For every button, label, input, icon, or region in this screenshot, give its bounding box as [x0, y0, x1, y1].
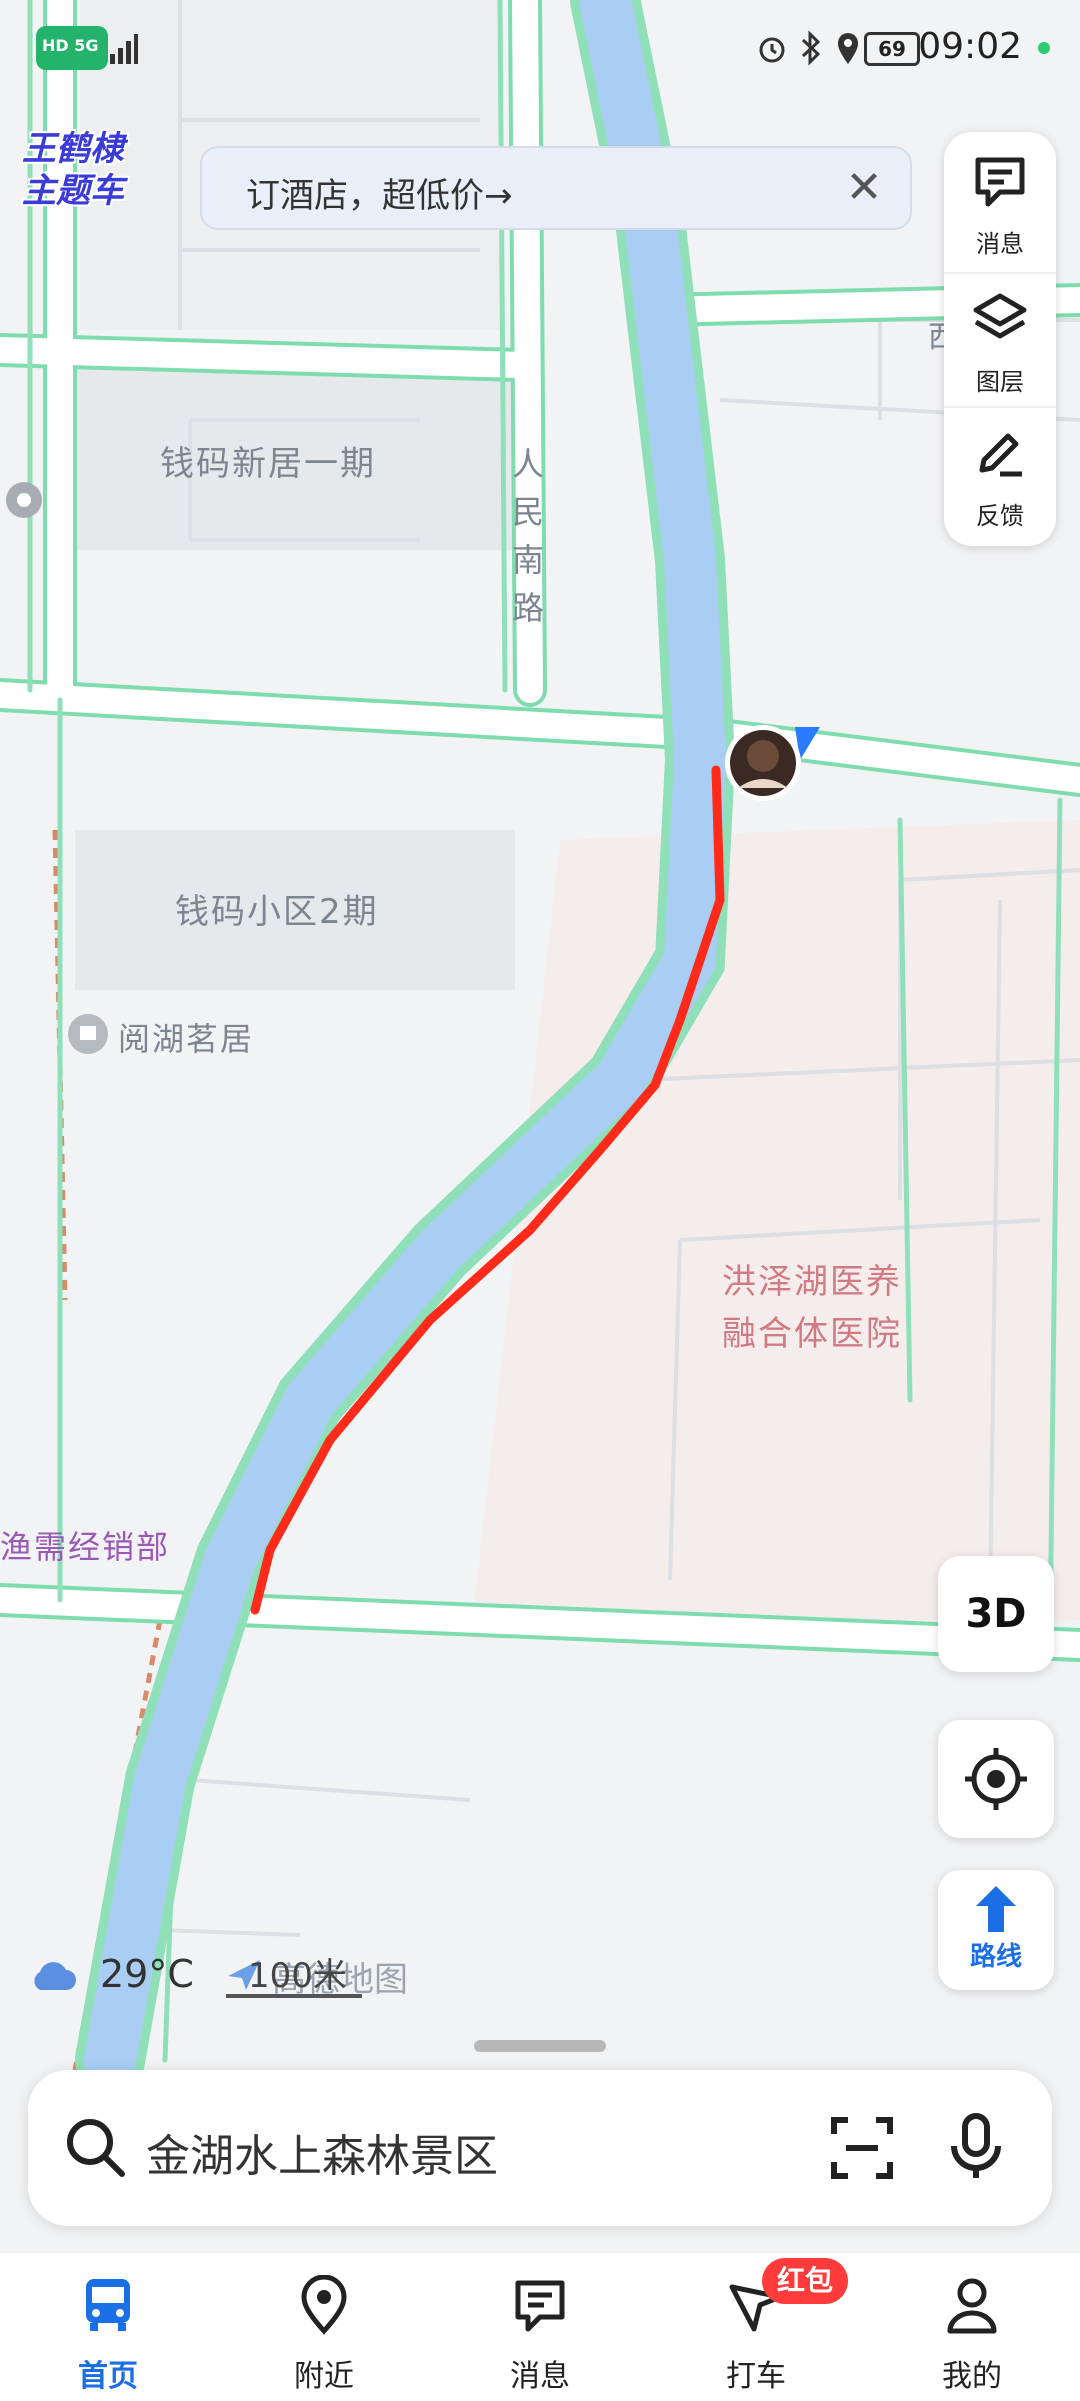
scan-icon[interactable]: [830, 2116, 894, 2180]
bus-icon: [86, 2279, 130, 2331]
message-icon: [515, 2280, 565, 2332]
nav-home-label: 首页: [78, 2359, 138, 2394]
banner-text: 订酒店，超低价→: [246, 176, 513, 216]
locate-me-button[interactable]: [938, 1720, 1054, 1838]
poi-residence-icon: [68, 1014, 108, 1054]
cloud-icon: [34, 1962, 76, 1990]
map-label-hospital-2: 融合体医院: [722, 1314, 902, 1354]
layers-tool-label: 图层: [976, 368, 1024, 396]
message-icon: [975, 157, 1025, 207]
search-bar[interactable]: 金湖水上森林景区: [28, 2070, 1052, 2226]
layers-icon: [973, 293, 1027, 339]
map-label-renmin-road: 人民南路: [512, 440, 552, 632]
nav-nearby[interactable]: 附近: [216, 2253, 432, 2401]
3d-label: 3D: [965, 1591, 1027, 1637]
route-label: 路线: [969, 1942, 1022, 1972]
banner-close-button[interactable]: ✕: [836, 160, 892, 216]
nav-taxi-label: 打车: [726, 2359, 786, 2394]
status-bar: HD 5G 69 09:02: [0, 0, 1080, 96]
feedback-tool-button[interactable]: 反馈: [944, 406, 1056, 540]
map-label-qianma-xinju: 钱码新居一期: [160, 444, 376, 484]
theme-car-logo[interactable]: 王鹤棣 主题车: [22, 128, 152, 238]
alarm-icon: [756, 32, 788, 68]
3d-toggle-button[interactable]: 3D: [938, 1556, 1054, 1672]
signal-icon: [110, 32, 138, 64]
messages-tool-label: 消息: [976, 230, 1024, 258]
feedback-tool-label: 反馈: [976, 502, 1024, 530]
locate-crosshair-icon: [965, 1748, 1027, 1810]
map-label-yuehu-mingju: 阅湖茗居: [118, 1020, 255, 1058]
battery-indicator: 69: [864, 32, 920, 66]
edit-pen-icon: [979, 433, 1022, 477]
temperature: 29°C: [100, 1952, 194, 1996]
theme-line1: 王鹤棣: [22, 129, 124, 169]
taxi-red-packet-badge: 红包: [762, 2258, 848, 2304]
location-pin-icon: [301, 2275, 347, 2335]
messages-tool-button[interactable]: 消息: [944, 136, 1056, 268]
scale-bar: [226, 1994, 362, 1998]
hospital-area: [470, 820, 1080, 1640]
microphone-icon[interactable]: [948, 2112, 1004, 2182]
nav-home[interactable]: 首页: [0, 2253, 216, 2401]
network-label: HD 5G: [42, 36, 99, 55]
bottom-nav: 首页 附近 消息 打车 我的: [0, 2252, 1080, 2401]
nav-mine-label: 我的: [942, 2359, 1002, 2394]
nav-messages[interactable]: 消息: [432, 2253, 648, 2401]
privacy-dot: [1038, 42, 1050, 54]
layers-tool-button[interactable]: 图层: [944, 272, 1056, 406]
route-button[interactable]: 路线: [938, 1870, 1054, 1990]
map-label-renmin-road-text: 人民南路: [512, 445, 545, 627]
theme-line2: 主题车: [22, 171, 124, 211]
scale-label: 100米: [248, 1956, 347, 1996]
search-icon: [67, 2119, 125, 2177]
nav-messages-label: 消息: [510, 2359, 570, 2394]
poi-pin-icon: [6, 482, 42, 518]
map-tool-panel: 消息 图层 反馈: [944, 132, 1056, 546]
sheet-drag-handle[interactable]: [474, 2040, 606, 2052]
nav-nearby-label: 附近: [294, 2359, 354, 2394]
person-icon: [947, 2278, 997, 2334]
bluetooth-icon: [798, 30, 824, 70]
hotel-promo-banner[interactable]: 订酒店，超低价→ ✕: [200, 146, 912, 230]
clock: 09:02: [918, 26, 1022, 67]
map-label-hospital-1: 洪泽湖医养: [722, 1262, 902, 1302]
location-icon: [834, 30, 862, 70]
map-label-yuxu-shop: 渔需经销部: [0, 1528, 171, 1566]
nav-mine[interactable]: 我的: [864, 2253, 1080, 2401]
map-label-qianma-xiaoqu: 钱码小区2期: [175, 892, 379, 932]
route-arrow-icon: [976, 1886, 1016, 1932]
search-query[interactable]: 金湖水上森林景区: [146, 2120, 498, 2184]
